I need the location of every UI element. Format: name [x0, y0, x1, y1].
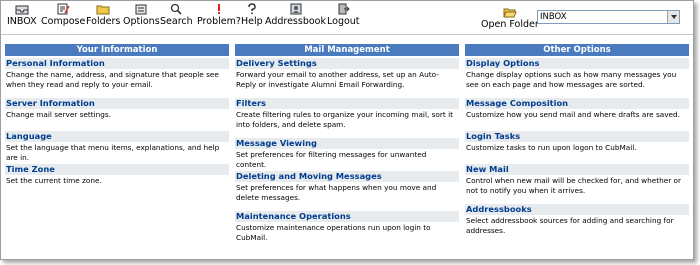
- section-personal-information: Personal Information Change the name, ad…: [5, 58, 229, 96]
- inbox-icon: [15, 5, 29, 15]
- toolbar-addressbook[interactable]: Addressbook: [265, 3, 326, 27]
- toolbar-search[interactable]: Search: [160, 3, 193, 27]
- column-header: Other Options: [465, 44, 689, 56]
- problem-icon: [217, 4, 220, 14]
- section-filters: Filters Create filtering rules to organi…: [235, 98, 459, 136]
- section-description: Set the current time zone.: [6, 176, 102, 185]
- help-icon: [248, 3, 256, 15]
- section-description: Set preferences for what happens when yo…: [236, 183, 437, 202]
- section-link[interactable]: Server Information: [5, 98, 229, 109]
- section-description: Change display options such as how many …: [466, 70, 677, 89]
- section-addressbooks: Addressbooks Select addressbook sources …: [465, 204, 689, 235]
- column-header: Your Information: [5, 44, 229, 56]
- section-display-options: Display Options Change display options s…: [465, 58, 689, 96]
- toolbar-problem[interactable]: Problem?: [197, 3, 241, 27]
- toolbar-search-label: Search: [160, 16, 193, 27]
- toolbar-logout-label: Logout: [327, 16, 360, 27]
- search-icon: [171, 3, 182, 15]
- section-description: Customize maintenance operations run upo…: [236, 223, 431, 242]
- section-link[interactable]: Time Zone: [5, 164, 229, 175]
- options-icon: [135, 4, 147, 15]
- toolbar-logout[interactable]: Logout: [327, 3, 360, 27]
- column-mail-management: Mail Management Delivery Settings Forwar…: [235, 44, 459, 242]
- toolbar-inbox-label: INBOX: [7, 16, 37, 27]
- section-description: Customize tasks to run upon logon to Cub…: [466, 143, 637, 152]
- mail-options-window: INBOX Compose Folders Options Search Pro…: [0, 0, 694, 260]
- section-link[interactable]: New Mail: [465, 164, 689, 175]
- toolbar-problem-label: Problem?: [197, 16, 241, 27]
- section-deleting-moving-messages: Deleting and Moving Messages Set prefere…: [235, 171, 459, 209]
- compose-icon: [57, 3, 70, 15]
- section-delivery-settings: Delivery Settings Forward your email to …: [235, 58, 459, 96]
- toolbar-compose-label: Compose: [41, 16, 86, 27]
- toolbar-options[interactable]: Options: [123, 3, 160, 27]
- toolbar-options-label: Options: [123, 16, 160, 27]
- section-new-mail: New Mail Control when new mail will be c…: [465, 164, 689, 202]
- section-description: Create filtering rules to organize your …: [236, 110, 453, 129]
- column-your-information: Your Information Personal Information Ch…: [5, 44, 229, 186]
- section-link[interactable]: Message Viewing: [235, 138, 459, 149]
- section-description: Change the name, address, and signature …: [6, 70, 219, 89]
- section-link[interactable]: Delivery Settings: [235, 58, 459, 69]
- toolbar: INBOX Compose Folders Options Search Pro…: [1, 1, 693, 35]
- section-link[interactable]: Display Options: [465, 58, 689, 69]
- section-link[interactable]: Addressbooks: [465, 204, 689, 215]
- section-description: Customize how you send mail and where dr…: [466, 110, 681, 119]
- column-header: Mail Management: [235, 44, 459, 56]
- section-link[interactable]: Personal Information: [5, 58, 229, 69]
- folder-select[interactable]: INBOX: [537, 10, 680, 24]
- toolbar-compose[interactable]: Compose: [41, 3, 85, 27]
- section-login-tasks: Login Tasks Customize tasks to run upon …: [465, 131, 689, 162]
- toolbar-folders[interactable]: Folders: [86, 3, 120, 27]
- chevron-down-icon[interactable]: [667, 11, 679, 23]
- folder-select-value: INBOX: [540, 12, 567, 22]
- section-link[interactable]: Message Composition: [465, 98, 689, 109]
- section-message-composition: Message Composition Customize how you se…: [465, 98, 689, 129]
- section-link[interactable]: Deleting and Moving Messages: [235, 171, 459, 182]
- open-folder-label: Open Folder: [481, 19, 539, 30]
- section-time-zone: Time Zone Set the current time zone.: [5, 164, 229, 186]
- folders-icon: [96, 5, 110, 15]
- toolbar-folders-label: Folders: [86, 16, 121, 27]
- toolbar-help[interactable]: Help: [241, 3, 263, 27]
- open-folder-button[interactable]: Open Folder: [481, 6, 539, 30]
- section-language: Language Set the language that menu item…: [5, 131, 229, 162]
- column-other-options: Other Options Display Options Change dis…: [465, 44, 689, 235]
- section-link[interactable]: Filters: [235, 98, 459, 109]
- section-maintenance-operations: Maintenance Operations Customize mainten…: [235, 211, 459, 242]
- toolbar-help-label: Help: [241, 16, 263, 27]
- section-server-information: Server Information Change mail server se…: [5, 98, 229, 129]
- section-link[interactable]: Maintenance Operations: [235, 211, 459, 222]
- section-description: Select addressbook sources for adding an…: [466, 216, 674, 235]
- section-description: Control when new mail will be checked fo…: [466, 176, 681, 195]
- section-message-viewing: Message Viewing Set preferences for filt…: [235, 138, 459, 169]
- open-folder-icon: [503, 8, 517, 18]
- section-description: Set the language that menu items, explan…: [6, 143, 220, 162]
- section-description: Set preferences for filtering messages f…: [236, 150, 427, 169]
- section-link[interactable]: Login Tasks: [465, 131, 689, 142]
- section-description: Forward your email to another address, s…: [236, 70, 439, 89]
- toolbar-addressbook-label: Addressbook: [265, 16, 326, 27]
- addressbook-icon: [290, 3, 301, 15]
- logout-icon: [338, 3, 350, 15]
- section-link[interactable]: Language: [5, 131, 229, 142]
- toolbar-inbox[interactable]: INBOX: [7, 3, 37, 27]
- section-description: Change mail server settings.: [6, 110, 112, 119]
